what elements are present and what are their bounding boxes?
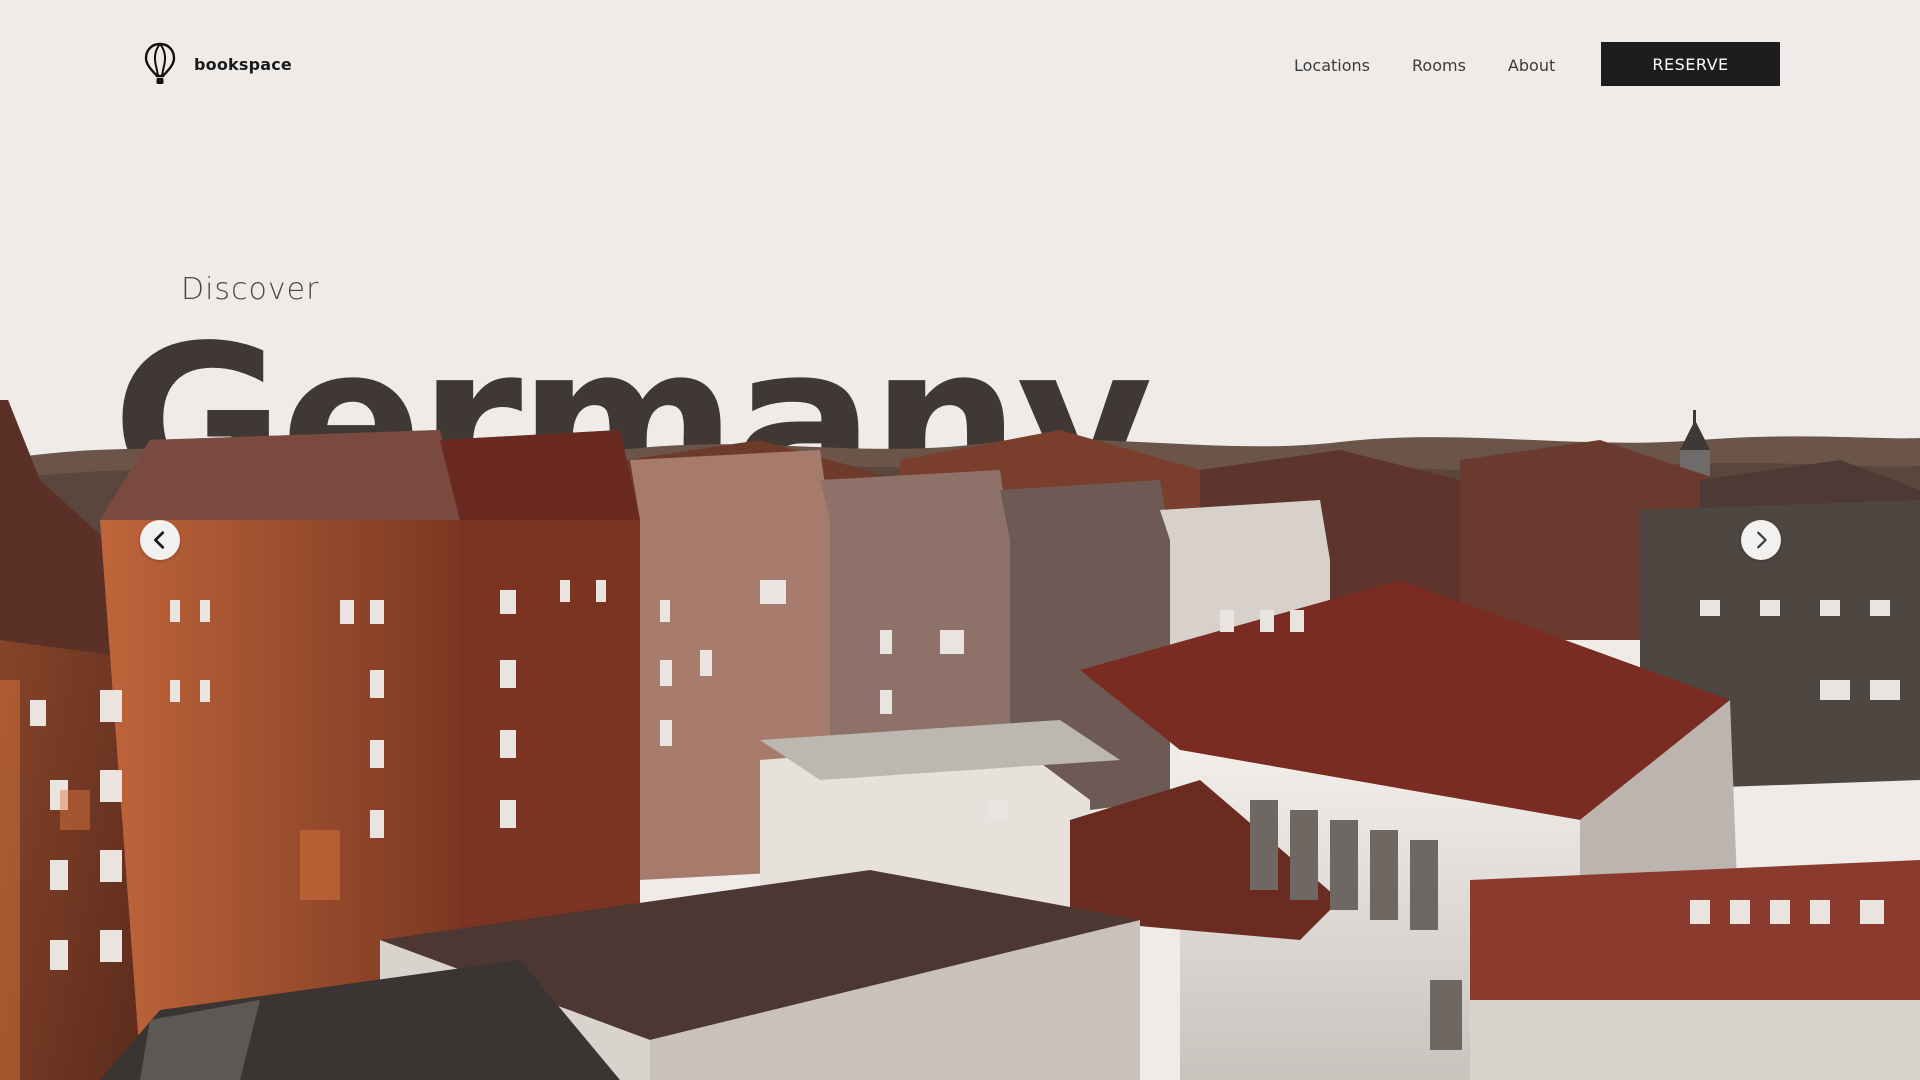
nav-rooms[interactable]: Rooms <box>1412 56 1466 75</box>
brand-name: bookspace <box>194 54 292 74</box>
main-nav: Locations Rooms About <box>1294 56 1555 75</box>
nav-locations[interactable]: Locations <box>1294 56 1370 75</box>
reserve-button[interactable]: RESERVE <box>1601 42 1780 86</box>
city-rooftops-image <box>0 400 1920 1080</box>
site-header: bookspace Locations Rooms About RESERVE <box>0 0 1920 130</box>
hot-air-balloon-icon <box>144 42 176 84</box>
carousel-prev-button[interactable] <box>140 520 180 560</box>
brand-logo[interactable]: bookspace <box>144 42 292 86</box>
chevron-right-icon <box>1757 531 1767 549</box>
carousel-next-button[interactable] <box>1741 520 1781 560</box>
chevron-left-icon <box>154 531 165 549</box>
nav-about[interactable]: About <box>1508 56 1555 75</box>
